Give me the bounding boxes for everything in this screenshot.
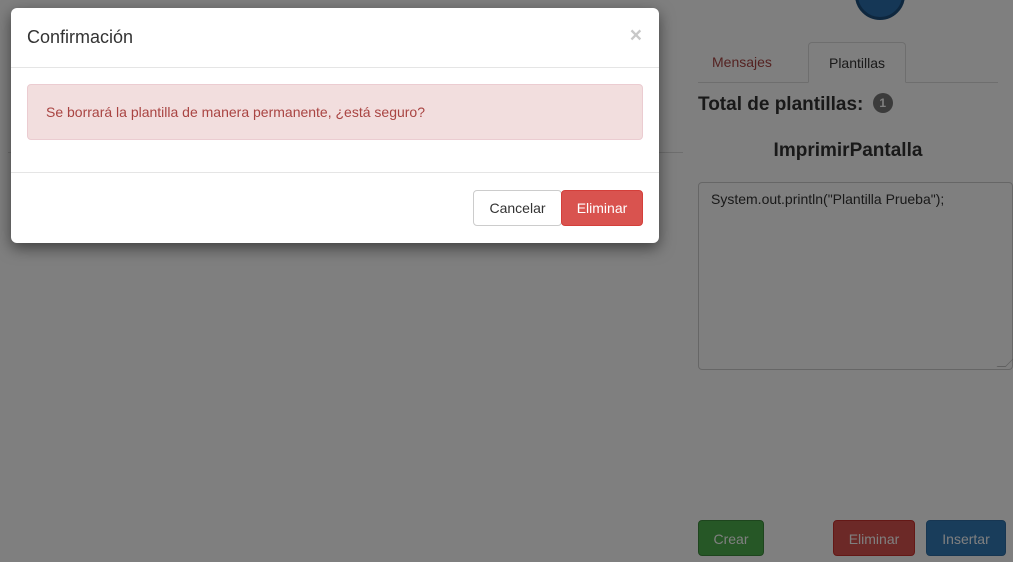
delete-warning-alert: Se borrará la plantilla de manera perman… — [27, 84, 643, 140]
cancel-button[interactable]: Cancelar — [473, 190, 562, 226]
confirm-delete-button[interactable]: Eliminar — [561, 190, 643, 226]
modal-title: Confirmación — [27, 27, 134, 47]
close-icon[interactable]: × — [630, 24, 642, 48]
modal-header: Confirmación × — [11, 8, 659, 68]
confirmation-modal: Confirmación × Se borrará la plantilla d… — [11, 8, 659, 243]
